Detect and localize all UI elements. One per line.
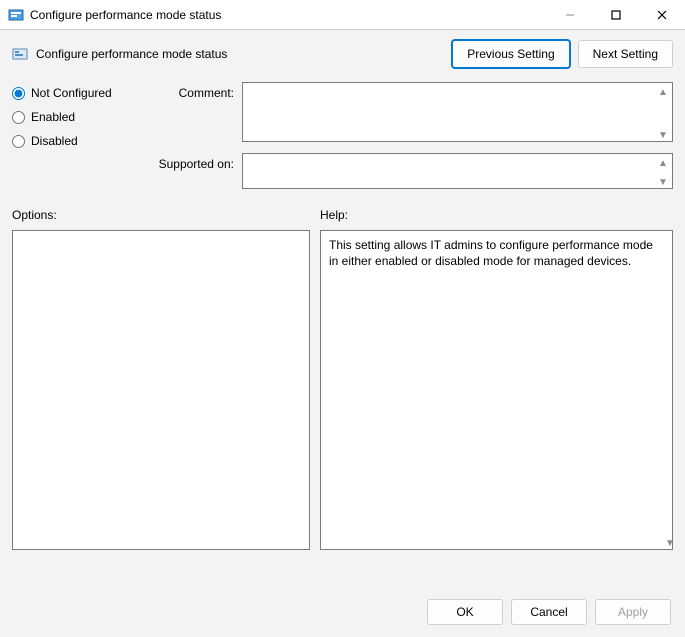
scroll-down-icon: ▼ [663,536,677,550]
maximize-button[interactable] [593,0,639,30]
minimize-button[interactable] [547,0,593,30]
policy-header: Configure performance mode status Previo… [12,40,673,68]
radio-enabled[interactable]: Enabled [12,110,142,124]
radio-not-configured-label: Not Configured [31,86,112,100]
help-label: Help: [320,208,673,222]
state-radio-group: Not Configured Enabled Disabled [12,82,142,200]
radio-enabled-label: Enabled [31,110,75,124]
dialog-footer: OK Cancel Apply [12,587,673,637]
apply-button[interactable]: Apply [595,599,671,625]
cancel-button[interactable]: Cancel [511,599,587,625]
app-icon [8,7,24,23]
comment-label: Comment: [156,82,242,100]
previous-setting-button[interactable]: Previous Setting [452,40,569,68]
options-panel [12,230,310,550]
help-text: This setting allows IT admins to configu… [329,238,653,268]
options-label: Options: [12,208,310,222]
supported-on-textarea [242,153,673,189]
radio-disabled[interactable]: Disabled [12,134,142,148]
radio-not-configured[interactable]: Not Configured [12,86,142,100]
close-button[interactable] [639,0,685,30]
radio-enabled-input[interactable] [12,111,25,124]
window-title: Configure performance mode status [30,8,221,22]
ok-button[interactable]: OK [427,599,503,625]
help-panel: This setting allows IT admins to configu… [320,230,673,550]
policy-title: Configure performance mode status [36,47,227,61]
comment-textarea[interactable] [242,82,673,142]
radio-disabled-input[interactable] [12,135,25,148]
policy-icon [12,46,28,62]
next-setting-button[interactable]: Next Setting [578,40,673,68]
radio-not-configured-input[interactable] [12,87,25,100]
titlebar: Configure performance mode status [0,0,685,30]
supported-on-label: Supported on: [156,153,242,171]
radio-disabled-label: Disabled [31,134,78,148]
